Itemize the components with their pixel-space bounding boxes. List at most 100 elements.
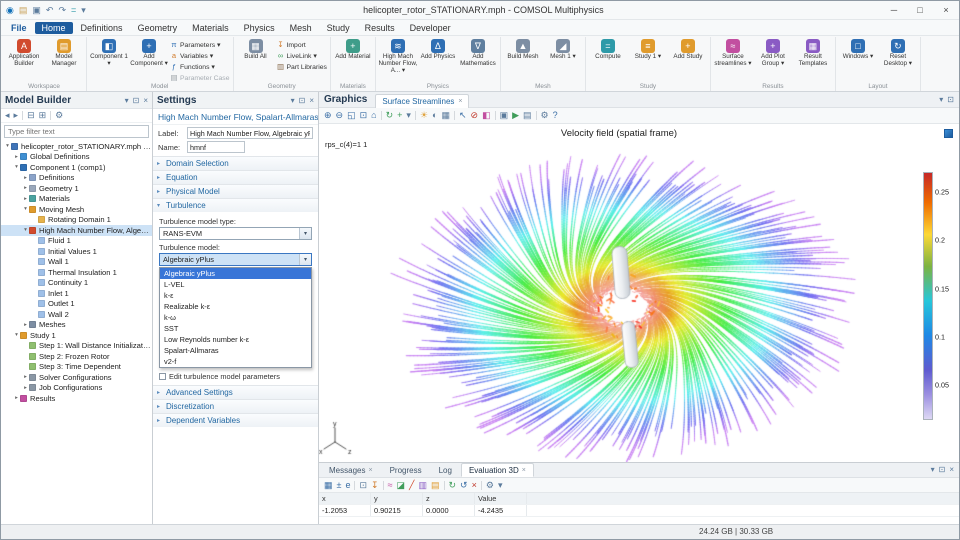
name-input[interactable] <box>187 141 245 153</box>
tree-node-solver-configurations[interactable]: ▸Solver Configurations <box>1 372 152 383</box>
close-button[interactable]: × <box>933 1 959 19</box>
section-dependent-variables[interactable]: ▸Dependent Variables <box>153 413 318 427</box>
tree-node-initial-values-1[interactable]: Initial Values 1 <box>1 246 152 257</box>
close-icon[interactable]: × <box>522 467 526 474</box>
tree-node-global-definitions[interactable]: ▸Global Definitions <box>1 152 152 163</box>
tree-node-fluid-1[interactable]: Fluid 1 <box>1 236 152 247</box>
tree-toggle-icon[interactable]: ▾ <box>22 227 29 233</box>
surface-table-icon[interactable]: ◪ <box>397 481 406 490</box>
tree-node-step-2-frozen-rotor[interactable]: Step 2: Frozen Rotor <box>1 351 152 362</box>
scene-light-icon[interactable]: ☀ <box>420 111 428 120</box>
tree-node-outlet-1[interactable]: Outlet 1 <box>1 299 152 310</box>
add-component-icon[interactable]: + <box>142 39 156 53</box>
tree-toggle-icon[interactable]: ▸ <box>13 154 20 160</box>
deselect-icon[interactable]: ⊘ <box>471 111 479 120</box>
ribbon-component-1[interactable]: ◧Component 1 ▾ <box>89 38 129 68</box>
panel-float-icon[interactable]: ⊡ <box>947 95 954 104</box>
ribbon-import[interactable]: ↧Import <box>276 40 328 50</box>
ribbon-surface-streamlines[interactable]: ≈Surface streamlines ▾ <box>713 38 753 68</box>
titlebar-compute-icon[interactable]: = <box>71 6 76 15</box>
tree-node-component-1-comp1[interactable]: ▾Component 1 (comp1) <box>1 162 152 173</box>
import-icon[interactable]: ↧ <box>277 41 285 49</box>
tab-progress[interactable]: Progress <box>382 463 430 477</box>
tab-evaluation-3d[interactable]: Evaluation 3D× <box>461 463 534 477</box>
reset-desktop-icon[interactable]: ↻ <box>891 39 905 53</box>
histogram-icon[interactable]: ▥ <box>418 481 427 490</box>
panel-float-icon[interactable]: ⊡ <box>299 96 306 105</box>
turbulence-model-type-select[interactable]: RANS-EVM▾ <box>159 227 312 240</box>
tree-node-continuity-1[interactable]: Continuity 1 <box>1 278 152 289</box>
functions-icon[interactable]: ƒ <box>170 63 178 71</box>
selection-color-icon[interactable]: ◧ <box>482 111 491 120</box>
menu-materials[interactable]: Materials <box>185 22 236 34</box>
table-settings-icon[interactable]: ⚙ <box>486 481 494 490</box>
tab-surface-streamlines[interactable]: Surface Streamlines × <box>375 94 469 108</box>
rotate-view-icon[interactable]: ↻ <box>386 111 394 120</box>
line-table-icon[interactable]: ╱ <box>409 481 414 490</box>
scientific-notation-icon[interactable]: e <box>345 481 350 490</box>
menu-file[interactable]: File <box>4 22 34 34</box>
livelink-icon[interactable]: ∞ <box>277 52 285 60</box>
ribbon-reset-desktop[interactable]: ↻Reset Desktop ▾ <box>878 38 918 68</box>
column-header-value[interactable]: Value <box>475 493 527 504</box>
zoom-box-icon[interactable]: ⊡ <box>360 111 368 120</box>
section-physical-model[interactable]: ▸Physical Model <box>153 184 318 198</box>
tree-node-step-3-time-dependent[interactable]: Step 3: Time Dependent <box>1 362 152 373</box>
print-icon[interactable]: ▤ <box>523 111 532 120</box>
tree-node-materials[interactable]: ▸Materials <box>1 194 152 205</box>
menu-mesh[interactable]: Mesh <box>283 22 319 34</box>
open-file-icon[interactable]: ▤ <box>19 6 28 15</box>
ribbon-livelink[interactable]: ∞LiveLink ▾ <box>276 51 328 61</box>
tree-node-wall-1[interactable]: Wall 1 <box>1 257 152 268</box>
collapse-all-icon[interactable]: ⊟ <box>27 111 35 120</box>
menu-definitions[interactable]: Definitions <box>74 22 130 34</box>
tree-toggle-icon[interactable]: ▸ <box>22 175 29 181</box>
more-icon[interactable]: ▾ <box>498 481 503 490</box>
windows-icon[interactable]: □ <box>851 39 865 53</box>
add-physics-icon[interactable]: Δ <box>431 39 445 53</box>
tree-toggle-icon[interactable]: ▾ <box>22 206 29 212</box>
mesh-icon[interactable]: ◢ <box>556 39 570 53</box>
tree-node-wall-2[interactable]: Wall 2 <box>1 309 152 320</box>
plot-table-icon[interactable]: ≈ <box>388 481 393 490</box>
ribbon-part-libraries[interactable]: ▥Part Libraries <box>276 62 328 72</box>
menu-results[interactable]: Results <box>358 22 402 34</box>
close-icon[interactable]: × <box>458 98 462 105</box>
select-icon[interactable]: ↖ <box>459 111 467 120</box>
table-grid-icon[interactable]: ▦ <box>324 481 333 490</box>
color-column-icon[interactable]: ▤ <box>431 481 440 490</box>
tree-toggle-icon[interactable]: ▸ <box>22 196 29 202</box>
option-v2-f[interactable]: v2-f <box>160 356 311 367</box>
tree-toggle-icon[interactable]: ▸ <box>22 185 29 191</box>
section-turbulence[interactable]: ▾Turbulence <box>153 198 318 212</box>
menu-home[interactable]: Home <box>35 22 73 34</box>
tree-node-job-configurations[interactable]: ▸Job Configurations <box>1 383 152 394</box>
zoom-extents-icon[interactable]: ◱ <box>347 111 356 120</box>
result-templates-icon[interactable]: ▦ <box>806 39 820 53</box>
tree-node-geometry-1[interactable]: ▸Geometry 1 <box>1 183 152 194</box>
section-advanced-settings[interactable]: ▸Advanced Settings <box>153 385 318 399</box>
maximize-button[interactable]: □ <box>907 1 933 19</box>
nav-back-icon[interactable]: ◂ <box>5 111 10 120</box>
panel-close-icon[interactable]: × <box>143 96 148 105</box>
expand-all-icon[interactable]: ⊞ <box>39 111 47 120</box>
tree-node-meshes[interactable]: ▸Meshes <box>1 320 152 331</box>
wireframe-icon[interactable]: ▦ <box>441 111 450 120</box>
undo-icon[interactable]: ↶ <box>46 6 54 15</box>
section-equation[interactable]: ▸Equation <box>153 170 318 184</box>
compute-icon[interactable]: = <box>601 39 615 53</box>
copy-table-icon[interactable]: ⊡ <box>359 481 367 490</box>
ribbon-functions[interactable]: ƒFunctions ▾ <box>169 62 231 72</box>
save-icon[interactable]: ▣ <box>32 6 41 15</box>
streamline-plot-canvas[interactable] <box>319 124 959 462</box>
tree-node-results[interactable]: ▸Results <box>1 393 152 404</box>
option-k[interactable]: k-ε <box>160 290 311 301</box>
ribbon-variables[interactable]: aVariables ▾ <box>169 51 231 61</box>
close-icon[interactable]: × <box>368 467 372 474</box>
add-mathematics-icon[interactable]: ∇ <box>471 39 485 53</box>
tree-node-definitions[interactable]: ▸Definitions <box>1 173 152 184</box>
ribbon-add-mathematics[interactable]: ∇Add Mathematics <box>458 38 498 68</box>
redo-icon[interactable]: ↷ <box>58 6 66 15</box>
refresh-table-icon[interactable]: ↺ <box>460 481 468 490</box>
tab-log[interactable]: Log <box>431 463 460 477</box>
